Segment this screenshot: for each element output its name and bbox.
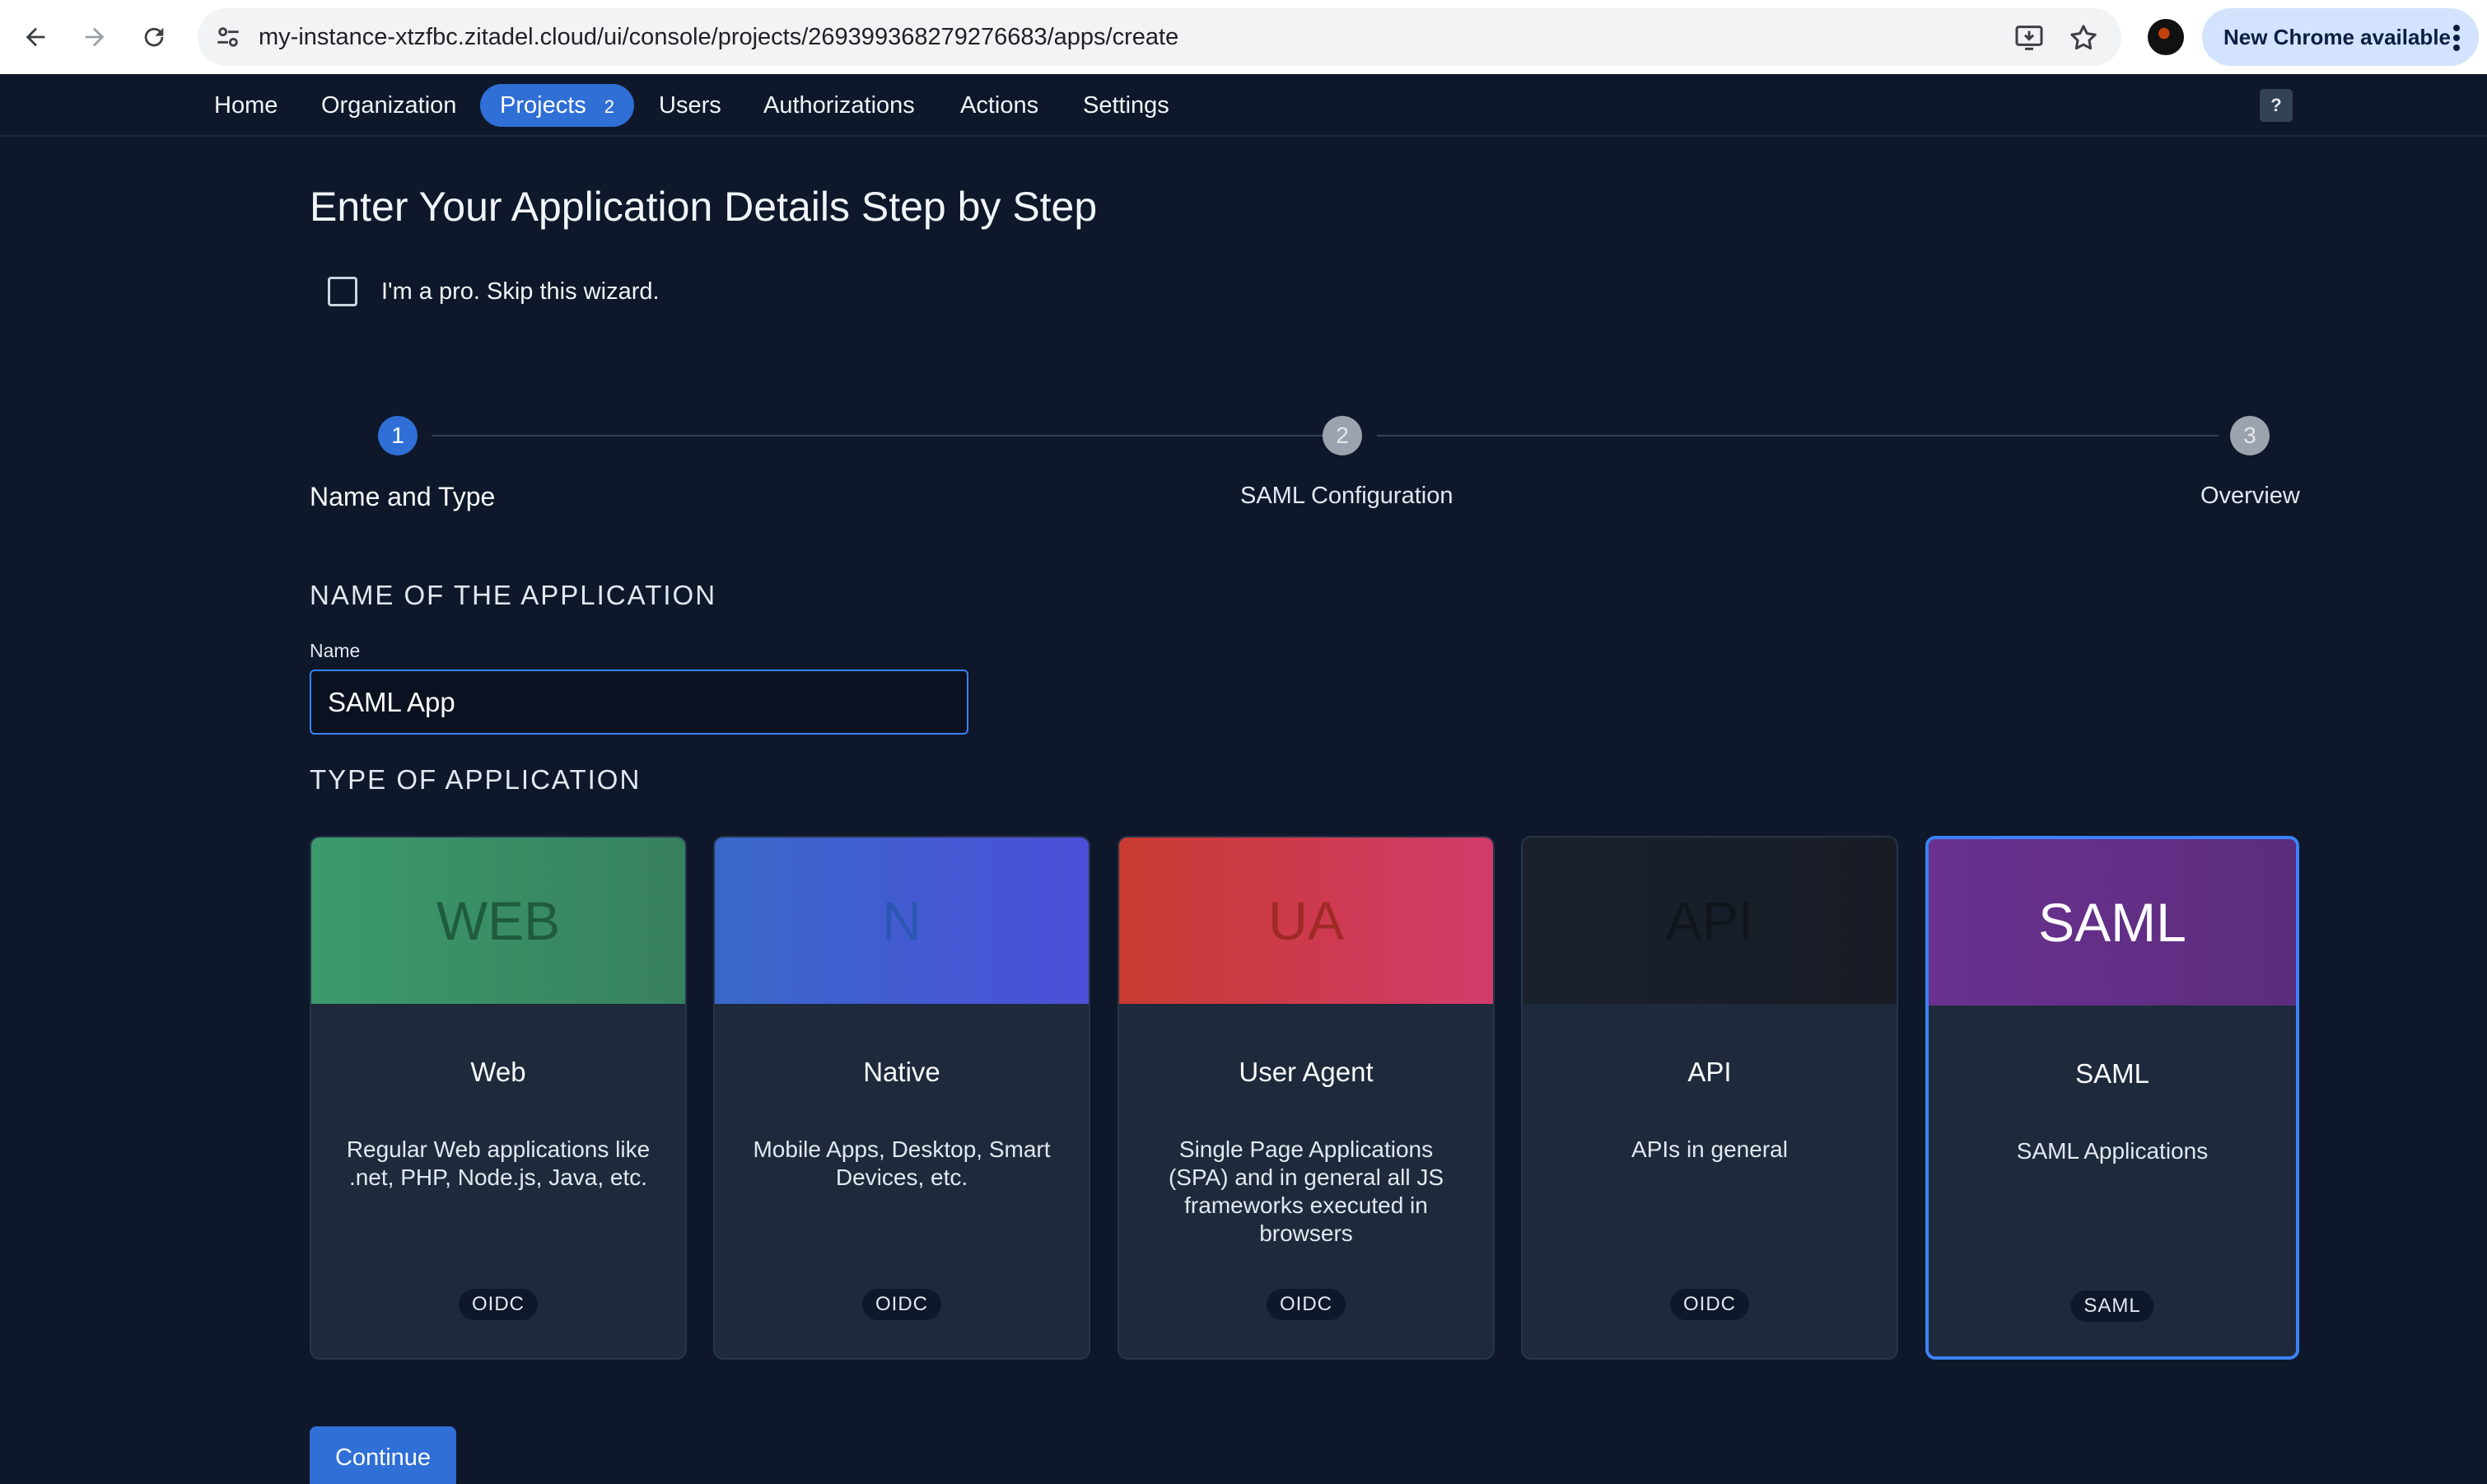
bookmark-star-icon[interactable] [2067, 21, 2100, 54]
card-title: User Agent [1239, 1057, 1374, 1087]
application-type-cards: WEB Web Regular Web applications like .n… [310, 836, 2299, 1360]
web-banner: WEB [311, 838, 685, 1004]
chrome-update-label: New Chrome available [2223, 25, 2451, 49]
install-app-icon[interactable] [2013, 21, 2046, 54]
saml-banner: SAML [1929, 839, 2296, 1006]
protocol-badge: OIDC [862, 1289, 941, 1320]
app-type-card-user-agent[interactable]: UA User Agent Single Page Applications (… [1118, 836, 1495, 1360]
nav-item-users[interactable]: Users [657, 84, 723, 127]
projects-count-badge: 2 [604, 96, 615, 117]
url-text: my-instance-xtzfbc.zitadel.cloud/ui/cons… [259, 24, 1179, 50]
nav-item-settings[interactable]: Settings [1081, 84, 1171, 127]
nav-item-actions[interactable]: Actions [959, 84, 1040, 127]
card-title: SAML [2075, 1058, 2149, 1089]
api-banner: API [1523, 838, 1897, 1004]
profile-avatar[interactable] [2148, 19, 2184, 55]
protocol-badge: OIDC [459, 1289, 538, 1320]
step-2-label[interactable]: SAML Configuration [1240, 483, 1453, 510]
nav-item-home[interactable]: Home [212, 84, 279, 127]
more-vert-icon[interactable] [2451, 23, 2462, 53]
protocol-badge: OIDC [1267, 1289, 1346, 1320]
page-title: Enter Your Application Details Step by S… [310, 184, 1098, 230]
nav-item-projects-label: Projects [500, 92, 586, 119]
stepper-connector [1377, 435, 2219, 436]
main-navigation: Home Organization Projects 2 Users Author… [0, 74, 2487, 137]
card-title: API [1687, 1057, 1732, 1087]
step-1-indicator[interactable]: 1 [378, 416, 418, 455]
back-icon[interactable] [13, 15, 58, 59]
card-description: Mobile Apps, Desktop, Smart Devices, etc… [753, 1136, 1051, 1190]
app-type-card-saml[interactable]: SAML SAML SAML Applications SAML [1925, 836, 2299, 1360]
step-1-label[interactable]: Name and Type [310, 482, 495, 512]
app-type-card-api[interactable]: API API APIs in general OIDC [1521, 836, 1898, 1360]
protocol-badge: OIDC [1670, 1289, 1749, 1320]
name-section-heading: NAME OF THE APPLICATION [310, 580, 717, 610]
card-description: APIs in general [1631, 1136, 1788, 1162]
app-type-card-native[interactable]: N Native Mobile Apps, Desktop, Smart Dev… [713, 836, 1090, 1360]
card-title: Web [470, 1057, 526, 1087]
application-name-input[interactable] [310, 670, 968, 735]
card-description: SAML Applications [2016, 1138, 2209, 1164]
skip-wizard-label[interactable]: I'm a pro. Skip this wizard. [381, 276, 660, 307]
type-section-heading: TYPE OF APPLICATION [310, 764, 642, 795]
user-agent-banner: UA [1119, 838, 1493, 1004]
nav-item-organization[interactable]: Organization [320, 84, 458, 127]
app-type-card-web[interactable]: WEB Web Regular Web applications like .n… [310, 836, 687, 1360]
step-3-label[interactable]: Overview [2200, 483, 2300, 510]
protocol-badge: SAML [2070, 1290, 2154, 1322]
card-title: Native [863, 1057, 940, 1087]
step-3-indicator[interactable]: 3 [2230, 416, 2270, 455]
nav-item-projects[interactable]: Projects 2 [480, 84, 635, 127]
site-settings-icon[interactable] [212, 21, 244, 53]
card-description: Regular Web applications like .net, PHP,… [346, 1136, 651, 1190]
browser-toolbar: my-instance-xtzfbc.zitadel.cloud/ui/cons… [0, 0, 2487, 74]
forward-icon[interactable] [72, 15, 117, 59]
help-button[interactable]: ? [2260, 89, 2293, 122]
nav-item-authorizations[interactable]: Authorizations [762, 84, 917, 127]
skip-wizard-checkbox[interactable] [328, 277, 357, 306]
continue-button[interactable]: Continue [310, 1426, 456, 1484]
card-description: Single Page Applications (SPA) and in ge… [1168, 1136, 1444, 1246]
reload-icon[interactable] [132, 15, 176, 59]
stepper-connector [432, 435, 1323, 436]
chrome-update-button[interactable]: New Chrome available [2202, 8, 2479, 66]
native-banner: N [715, 838, 1089, 1004]
step-2-indicator[interactable]: 2 [1323, 416, 1362, 455]
name-field-label: Name [310, 640, 361, 661]
address-bar[interactable]: my-instance-xtzfbc.zitadel.cloud/ui/cons… [198, 8, 2121, 66]
